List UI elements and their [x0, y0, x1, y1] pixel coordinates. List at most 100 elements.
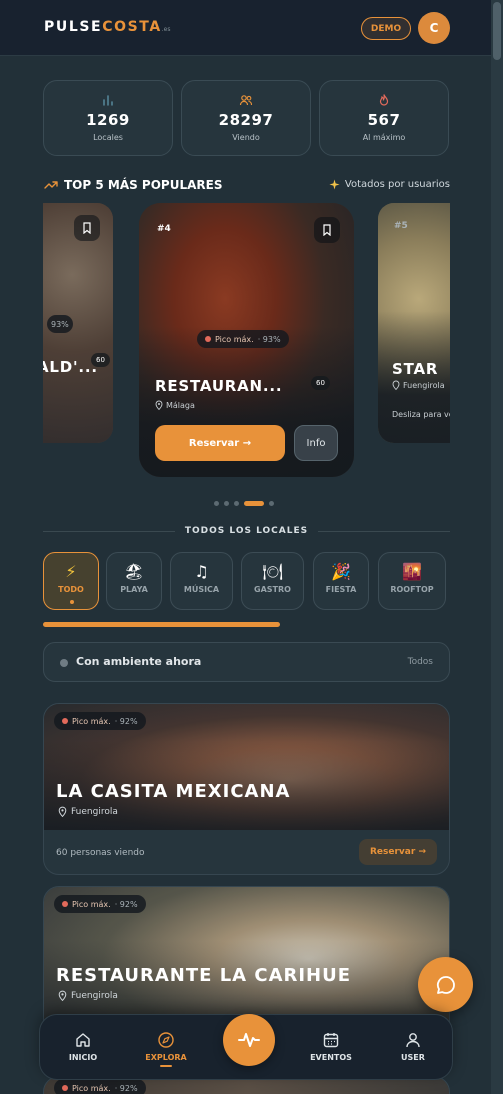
- pagination-dot[interactable]: [224, 501, 229, 506]
- top5-carousel[interactable]: 93% 60 ALD'... #4 Pico máx. · 93% RESTAU…: [43, 203, 450, 478]
- pagination-dot[interactable]: [234, 501, 239, 506]
- stat-value: 567: [367, 111, 401, 129]
- peak-pill: Pico máx. · 92%: [54, 895, 146, 913]
- card-location-text: Fuengirola: [403, 380, 445, 390]
- app-screen: PULSECOSTA.es DEMO C 1269 Locales 28297 …: [0, 0, 491, 1094]
- reserve-button[interactable]: Reservar →: [359, 839, 437, 865]
- scrollbar[interactable]: [491, 0, 503, 1094]
- avatar[interactable]: C: [418, 12, 450, 44]
- rank-badge: #4: [157, 224, 171, 234]
- beach-icon: 🏖: [123, 562, 145, 581]
- logo-text-pulse: PULSE: [44, 19, 103, 35]
- chat-button[interactable]: [418, 957, 473, 1012]
- category-label: TODO: [58, 585, 84, 594]
- info-button[interactable]: Info: [294, 425, 338, 461]
- peak-label: Pico máx.: [72, 716, 111, 726]
- peak-percent: · 92%: [114, 716, 138, 726]
- stat-label: Viendo: [232, 133, 260, 142]
- all-venues-heading: TODOS LOS LOCALES: [43, 526, 450, 536]
- viewers-badge: 60: [311, 376, 330, 390]
- ambiance-filter[interactable]: Con ambiente ahora Todos: [43, 642, 450, 682]
- pagination-dot[interactable]: [214, 501, 219, 506]
- bottom-navigation: INICIO EXPLORA EVENTOS USER: [39, 1014, 453, 1080]
- sparkle-icon: [329, 179, 340, 190]
- nav-item-user[interactable]: USER: [383, 1031, 443, 1062]
- peak-pill: Pico máx. · 92%: [54, 1079, 146, 1094]
- carousel-card-prev[interactable]: 93% 60 ALD'...: [43, 203, 113, 443]
- reserve-button[interactable]: Reservar →: [155, 425, 285, 461]
- category-label: GASTRO: [254, 585, 291, 594]
- venue-location: Fuengirola: [58, 990, 118, 1001]
- top5-voted-text: Votados por usuarios: [344, 179, 450, 190]
- category-chip-rooftop[interactable]: 🌇 ROOFTOP: [378, 552, 446, 610]
- bookmark-icon[interactable]: [314, 217, 340, 243]
- location-pin-icon: [58, 806, 67, 817]
- plate-icon: 🍽: [262, 562, 283, 581]
- active-indicator: [160, 1065, 172, 1067]
- peak-pill: Pico máx. · 93%: [197, 330, 289, 348]
- nav-label: INICIO: [68, 1053, 98, 1062]
- carousel-card-active[interactable]: #4 Pico máx. · 93% RESTAURAN... 60 Málag…: [139, 203, 354, 477]
- live-dot: [62, 718, 68, 724]
- category-label: FIESTA: [325, 585, 357, 594]
- app-logo[interactable]: PULSECOSTA.es: [44, 19, 171, 35]
- peak-percent: · 92%: [114, 899, 138, 909]
- live-dot: [62, 1085, 68, 1091]
- status-dot: [60, 659, 68, 667]
- card-location: Málaga: [155, 400, 195, 410]
- stat-card-al-maximo: 567 Al máximo: [319, 80, 449, 156]
- category-chip-fiesta[interactable]: 🎉 FIESTA: [313, 552, 369, 610]
- category-chip-todo[interactable]: ⚡ TODO: [43, 552, 99, 610]
- scrollbar-thumb[interactable]: [493, 2, 501, 60]
- stat-value: 28297: [218, 111, 274, 129]
- logo-text-costa: COSTA: [102, 19, 162, 35]
- venue-name: LA CASITA MEXICANA: [56, 781, 291, 802]
- demo-button[interactable]: DEMO: [361, 17, 411, 40]
- home-icon: [76, 1033, 90, 1047]
- pagination-dot-active[interactable]: [244, 501, 264, 506]
- category-scroll-indicator[interactable]: [43, 622, 280, 627]
- bar-chart-icon: [103, 95, 113, 106]
- peak-percent: 93%: [51, 319, 69, 329]
- card-title: RESTAURAN...: [155, 377, 283, 395]
- peak-label: Pico máx.: [215, 334, 254, 344]
- peak-label: Pico máx.: [72, 1083, 111, 1093]
- rank-badge: #5: [394, 221, 408, 231]
- venue-location-text: Fuengirola: [71, 990, 118, 1001]
- compass-icon: [158, 1032, 174, 1048]
- skyline-icon: 🌇: [402, 562, 422, 581]
- stat-card-viendo: 28297 Viendo: [181, 80, 311, 156]
- trending-up-icon: [44, 181, 58, 189]
- music-icon: ♫: [194, 562, 209, 581]
- active-indicator-dot: [70, 600, 74, 604]
- pulse-button[interactable]: [223, 1014, 275, 1066]
- nav-item-eventos[interactable]: EVENTOS: [301, 1031, 361, 1062]
- stat-card-locales: 1269 Locales: [43, 80, 173, 156]
- category-chip-playa[interactable]: 🏖 PLAYA: [106, 552, 162, 610]
- nav-item-explora[interactable]: EXPLORA: [136, 1031, 196, 1067]
- pagination-dot[interactable]: [269, 501, 274, 506]
- venue-name: RESTAURANTE LA CARIHUE: [56, 965, 352, 986]
- calendar-icon: [323, 1033, 339, 1048]
- top-header: PULSECOSTA.es DEMO C: [0, 0, 491, 56]
- card-title: ALD'...: [43, 358, 98, 376]
- nav-label: EXPLORA: [145, 1053, 187, 1062]
- ambiance-filter-value[interactable]: Todos: [408, 657, 433, 667]
- nav-item-inicio[interactable]: INICIO: [53, 1031, 113, 1062]
- bookmark-icon[interactable]: [74, 215, 100, 241]
- nav-label: USER: [401, 1053, 425, 1062]
- category-filter-row: ⚡ TODO 🏖 PLAYA ♫ MÚSICA 🍽 GASTRO 🎉 FIEST…: [43, 552, 450, 612]
- card-title: STAR: [392, 360, 439, 378]
- viewers-count: 60 personas viendo: [56, 848, 145, 858]
- category-chip-gastro[interactable]: 🍽 GASTRO: [241, 552, 304, 610]
- card-location-text: Málaga: [166, 400, 195, 410]
- venue-card[interactable]: Pico máx. · 92% LA CASITA MEXICANA Fueng…: [43, 703, 450, 875]
- category-chip-musica[interactable]: ♫ MÚSICA: [170, 552, 233, 610]
- carousel-card-next[interactable]: #5 STAR Fuengirola Desliza para ve: [378, 203, 450, 443]
- divider-line: [318, 530, 450, 532]
- stat-label: Locales: [93, 133, 123, 142]
- nav-label: EVENTOS: [310, 1053, 352, 1062]
- stat-value: 1269: [86, 111, 130, 129]
- peak-percent: · 93%: [257, 334, 281, 344]
- location-pin-icon: [155, 400, 163, 410]
